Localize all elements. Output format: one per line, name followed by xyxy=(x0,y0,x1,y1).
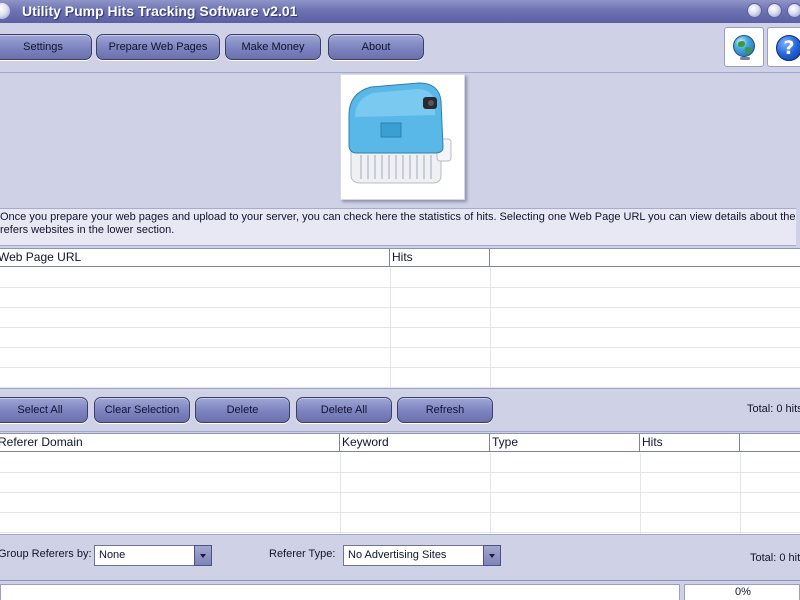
refresh-button[interactable]: Refresh xyxy=(397,397,493,423)
referer-type-label: Referer Type: xyxy=(269,548,336,560)
delete-all-button[interactable]: Delete All xyxy=(296,397,392,423)
progress-text: 0% xyxy=(735,586,751,598)
status-message-panel xyxy=(0,584,680,600)
select-all-button[interactable]: Select All xyxy=(0,397,88,423)
table-row[interactable] xyxy=(0,268,800,288)
product-banner xyxy=(0,74,800,206)
website-button[interactable] xyxy=(724,27,764,67)
help-icon: ? xyxy=(776,35,800,61)
pages-table-header: Web Page URL Hits xyxy=(0,249,800,267)
help-button[interactable]: ? xyxy=(767,27,800,67)
dropdown-arrow-icon[interactable] xyxy=(194,545,212,566)
table-row[interactable] xyxy=(0,348,800,368)
referer-type-select[interactable]: No Advertising Sites xyxy=(343,545,501,566)
column-divider xyxy=(340,453,341,534)
column-referer-domain[interactable]: Referer Domain xyxy=(0,434,340,452)
about-button[interactable]: About xyxy=(328,34,424,60)
group-referers-select[interactable]: None xyxy=(94,545,212,566)
settings-button[interactable]: Settings xyxy=(0,34,92,60)
prepare-web-pages-button[interactable]: Prepare Web Pages xyxy=(96,34,220,60)
main-toolbar: Settings Prepare Web Pages Make Money Ab… xyxy=(0,23,800,73)
table-row[interactable] xyxy=(0,308,800,328)
instructions-text: Once you prepare your web pages and uplo… xyxy=(0,208,796,246)
dropdown-arrow-icon[interactable] xyxy=(483,545,501,566)
pump-illustration xyxy=(348,82,452,184)
table-row[interactable] xyxy=(0,493,800,513)
globe-land xyxy=(738,41,745,47)
make-money-button[interactable]: Make Money xyxy=(225,34,321,60)
group-referers-value: None xyxy=(99,549,126,561)
table-row[interactable] xyxy=(0,513,800,533)
referers-table-header: Referer Domain Keyword Type Hits xyxy=(0,434,800,452)
pages-table[interactable]: Web Page URL Hits xyxy=(0,248,800,388)
table-row[interactable] xyxy=(0,453,800,473)
pages-total-hits: Total: 0 hits xyxy=(747,403,800,415)
referer-type-value: No Advertising Sites xyxy=(348,549,447,561)
table-row[interactable] xyxy=(0,473,800,493)
actions-bar: Select All Clear Selection Delete Delete… xyxy=(0,388,800,432)
column-hits[interactable]: Hits xyxy=(390,249,490,267)
progress-panel: 0% xyxy=(684,584,800,600)
maximize-button[interactable] xyxy=(767,3,782,18)
table-row[interactable] xyxy=(0,368,800,388)
utility-pump-image xyxy=(340,74,465,200)
referers-total-hits: Total: 0 hits xyxy=(750,552,800,564)
column-keyword[interactable]: Keyword xyxy=(340,434,490,452)
window-title: Utility Pump Hits Tracking Software v2.0… xyxy=(22,3,298,19)
app-icon[interactable] xyxy=(0,3,10,19)
referer-filters: Group Referers by: None Referer Type: No… xyxy=(0,534,800,580)
referers-table[interactable]: Referer Domain Keyword Type Hits xyxy=(0,433,800,534)
app-window: Utility Pump Hits Tracking Software v2.0… xyxy=(0,0,800,600)
globe-stand xyxy=(740,57,750,60)
column-divider xyxy=(740,453,741,534)
column-web-page-url[interactable]: Web Page URL xyxy=(0,249,390,267)
title-bar[interactable]: Utility Pump Hits Tracking Software v2.0… xyxy=(0,0,800,23)
group-referers-label: Group Referers by: xyxy=(0,548,92,560)
globe-icon xyxy=(733,35,755,57)
column-divider xyxy=(490,453,491,534)
column-referer-hits[interactable]: Hits xyxy=(640,434,740,452)
delete-button[interactable]: Delete xyxy=(195,397,290,423)
column-divider xyxy=(640,453,641,534)
table-row[interactable] xyxy=(0,328,800,348)
minimize-button[interactable] xyxy=(747,3,762,18)
table-row[interactable] xyxy=(0,288,800,308)
globe-land xyxy=(745,47,751,53)
column-divider xyxy=(390,268,391,388)
close-button[interactable] xyxy=(787,3,800,18)
column-divider xyxy=(490,268,491,388)
column-type[interactable]: Type xyxy=(490,434,640,452)
status-bar: 0% xyxy=(0,580,800,600)
clear-selection-button[interactable]: Clear Selection xyxy=(94,397,190,423)
